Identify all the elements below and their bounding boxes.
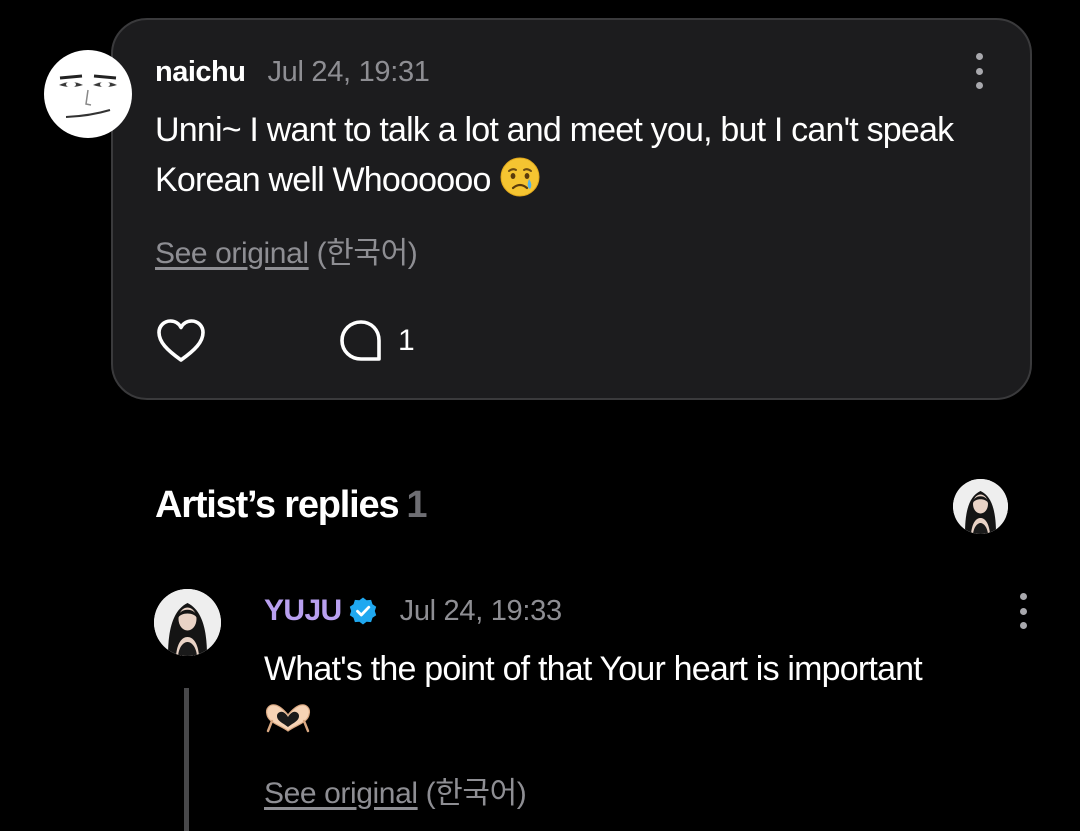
heart-hands-emoji	[264, 701, 312, 751]
see-original-link[interactable]: See original	[264, 777, 418, 810]
more-vertical-icon	[1019, 593, 1027, 600]
see-original: See original (한국어)	[155, 228, 418, 272]
author-name[interactable]: naichu	[155, 56, 246, 89]
crying-face-emoji	[499, 156, 541, 212]
comment-timestamp: Jul 24, 19:31	[267, 55, 430, 88]
reply-button[interactable]	[338, 318, 384, 364]
reply-more-options-button[interactable]	[1011, 593, 1035, 629]
reply-header: YUJU Jul 24, 19:33	[264, 591, 562, 631]
section-count: 1	[406, 484, 427, 526]
reply-body: What's the point of that Your heart is i…	[264, 644, 1024, 751]
artist-avatar[interactable]	[154, 589, 221, 656]
original-language: (한국어)	[425, 777, 527, 810]
comment-header: naichu Jul 24, 19:31	[155, 53, 430, 91]
avatar[interactable]	[44, 50, 132, 138]
original-language: (한국어)	[316, 237, 418, 270]
speech-bubble-icon	[340, 320, 381, 361]
verified-badge-icon	[349, 597, 376, 625]
see-original-link[interactable]: See original	[155, 237, 309, 270]
face-avatar-icon	[59, 74, 117, 118]
section-title-label: Artist’s replies	[155, 484, 400, 526]
comment-text: Unni~ I want to talk a lot and meet you,…	[155, 111, 954, 199]
artist-portrait-icon	[154, 589, 221, 656]
reply-count: 1	[398, 324, 415, 357]
comment-body: Unni~ I want to talk a lot and meet you,…	[155, 105, 985, 212]
reply-see-original: See original (한국어)	[264, 768, 527, 812]
more-options-button[interactable]	[967, 53, 991, 89]
section-title: Artist’s replies 1	[155, 484, 428, 527]
reply-timestamp: Jul 24, 19:33	[399, 594, 562, 627]
heart-outline-icon	[157, 319, 205, 362]
artist-portrait-icon	[953, 479, 1008, 534]
reply-text: What's the point of that Your heart is i…	[264, 650, 923, 688]
more-vertical-icon	[975, 53, 983, 60]
thread-line	[184, 688, 189, 831]
artist-name[interactable]: YUJU	[264, 594, 342, 628]
artist-avatar-small[interactable]	[953, 479, 1008, 534]
like-button[interactable]	[155, 316, 207, 368]
